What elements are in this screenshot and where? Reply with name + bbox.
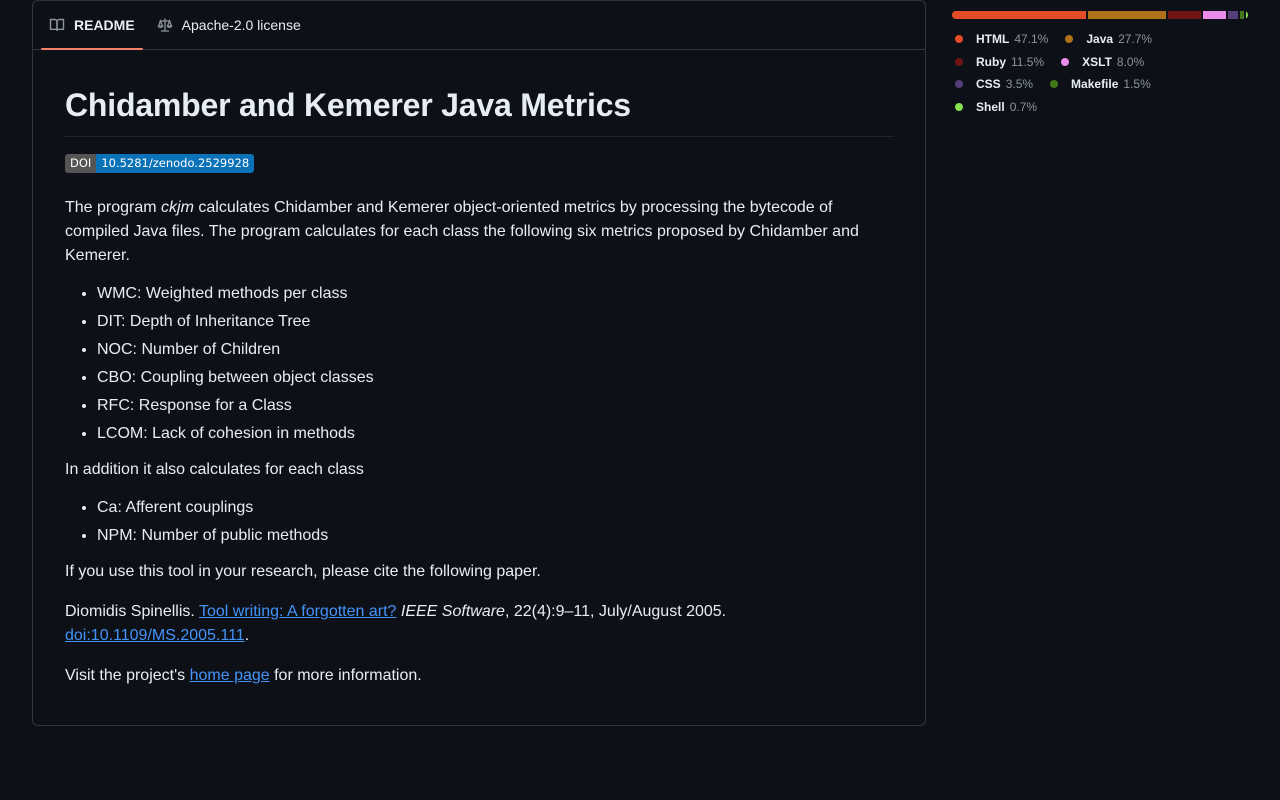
journal-name: IEEE Software (400, 602, 505, 620)
doi-badge-label: DOI (65, 153, 97, 173)
language-row: HTML 47.1% Java 27.7% (955, 28, 1255, 51)
visit-suffix: for more information. (269, 666, 422, 684)
language-name: HTML (976, 32, 1010, 47)
language-name: CSS (976, 77, 1001, 92)
language-percent: 11.5% (1011, 54, 1045, 69)
home-page-link[interactable]: home page (190, 667, 270, 684)
language-row: Ruby 11.5% XSLT 8.0% (955, 51, 1255, 74)
readme-title: Chidamber and Kemerer Java Metrics (65, 87, 894, 137)
language-dot-icon (955, 80, 963, 89)
tab-readme-label: README (74, 17, 135, 33)
program-name: ckjm (161, 198, 194, 216)
reference-paragraph: Diomidis Spinellis. Tool writing: A forg… (65, 600, 894, 648)
language-dot-icon (955, 35, 963, 44)
list-item: WMC: Weighted methods per class (97, 282, 894, 306)
language-bar (952, 11, 1248, 19)
language-dot-icon (1061, 57, 1070, 66)
tab-readme[interactable]: README (41, 1, 143, 50)
language-dot-icon (955, 57, 963, 66)
language-dot-icon (1065, 35, 1074, 44)
language-name: XSLT (1082, 54, 1112, 69)
language-bar-segment-java (1087, 11, 1167, 19)
language-item-ruby[interactable]: Ruby 11.5% (955, 55, 1044, 69)
language-item-makefile[interactable]: Makefile 1.5% (1050, 77, 1151, 91)
language-dot-icon (1050, 80, 1059, 89)
language-percent: 8.0% (1116, 54, 1145, 69)
book-icon (49, 17, 65, 33)
list-item: NPM: Number of public methods (97, 524, 894, 548)
language-name: Ruby (976, 54, 1006, 69)
additional-metrics-list: Ca: Afferent couplings NPM: Number of pu… (65, 496, 894, 548)
reference-details: , 22(4):9–11, July/August 2005. (504, 602, 727, 620)
language-percent: 47.1% (1014, 32, 1049, 47)
language-item-xslt[interactable]: XSLT 8.0% (1061, 55, 1144, 69)
intro-prefix: The program (65, 198, 162, 216)
language-bar-segment-html (952, 11, 1086, 19)
additional-intro: In addition it also calculates for each … (65, 460, 364, 478)
language-item-shell[interactable]: Shell 0.7% (955, 100, 1037, 114)
language-percent: 3.5% (1005, 77, 1034, 92)
intro-paragraph: The program ckjm calculates Chidamber an… (65, 196, 894, 268)
language-dot-icon (955, 102, 963, 111)
doi-link[interactable]: doi:10.1109/MS.2005.111 (65, 627, 245, 644)
reference-end: . (244, 626, 250, 644)
tab-license[interactable]: Apache-2.0 license (149, 1, 309, 49)
readme-content: Chidamber and Kemerer Java Metrics DOI 1… (33, 87, 925, 688)
readme-tabs: README Apache-2.0 license (33, 1, 925, 50)
list-item: LCOM: Lack of cohesion in methods (97, 422, 894, 446)
language-name: Java (1086, 32, 1114, 47)
language-item-html[interactable]: HTML 47.1% (955, 32, 1048, 46)
visit-prefix: Visit the project's (65, 666, 190, 684)
language-bar-segment-ruby (1168, 11, 1202, 19)
doi-badge[interactable]: DOI 10.5281/zenodo.2529928 (65, 153, 255, 173)
list-item: Ca: Afferent couplings (97, 496, 894, 520)
language-percent: 27.7% (1118, 32, 1153, 47)
language-name: Makefile (1071, 77, 1119, 92)
cite-paragraph: If you use this tool in your research, p… (65, 562, 541, 580)
list-item: RFC: Response for a Class (97, 394, 894, 418)
reference-author: Diomidis Spinellis. (65, 602, 199, 620)
language-row: CSS 3.5% Makefile 1.5% (955, 73, 1255, 96)
list-item: NOC: Number of Children (97, 338, 894, 362)
metrics-list: WMC: Weighted methods per class DIT: Dep… (65, 282, 894, 446)
language-name: Shell (976, 99, 1005, 114)
language-row: Shell 0.7% (955, 96, 1255, 119)
paper-title-link[interactable]: Tool writing: A forgotten art? (199, 603, 396, 620)
language-bar-segment-xslt (1203, 11, 1226, 19)
visit-paragraph: Visit the project's home page for more i… (65, 664, 894, 688)
language-bar-segment-shell (1245, 11, 1248, 19)
language-list: HTML 47.1% Java 27.7% Ruby 11.5% XSLT 8.… (955, 28, 1255, 118)
language-bar-segment-makefile (1239, 11, 1244, 19)
language-percent: 1.5% (1123, 77, 1151, 92)
language-item-java[interactable]: Java 27.7% (1065, 32, 1152, 46)
readme-panel: README Apache-2.0 license Chidamber and … (32, 0, 926, 726)
list-item: CBO: Coupling between object classes (97, 366, 894, 390)
language-percent: 0.7% (1009, 99, 1038, 114)
list-item: DIT: Depth of Inheritance Tree (97, 310, 894, 334)
tab-license-label: Apache-2.0 license (181, 17, 301, 33)
language-bar-segment-css (1227, 11, 1238, 19)
scale-icon (157, 17, 173, 33)
doi-badge-value: 10.5281/zenodo.2529928 (96, 153, 255, 173)
language-item-css[interactable]: CSS 3.5% (955, 77, 1033, 91)
